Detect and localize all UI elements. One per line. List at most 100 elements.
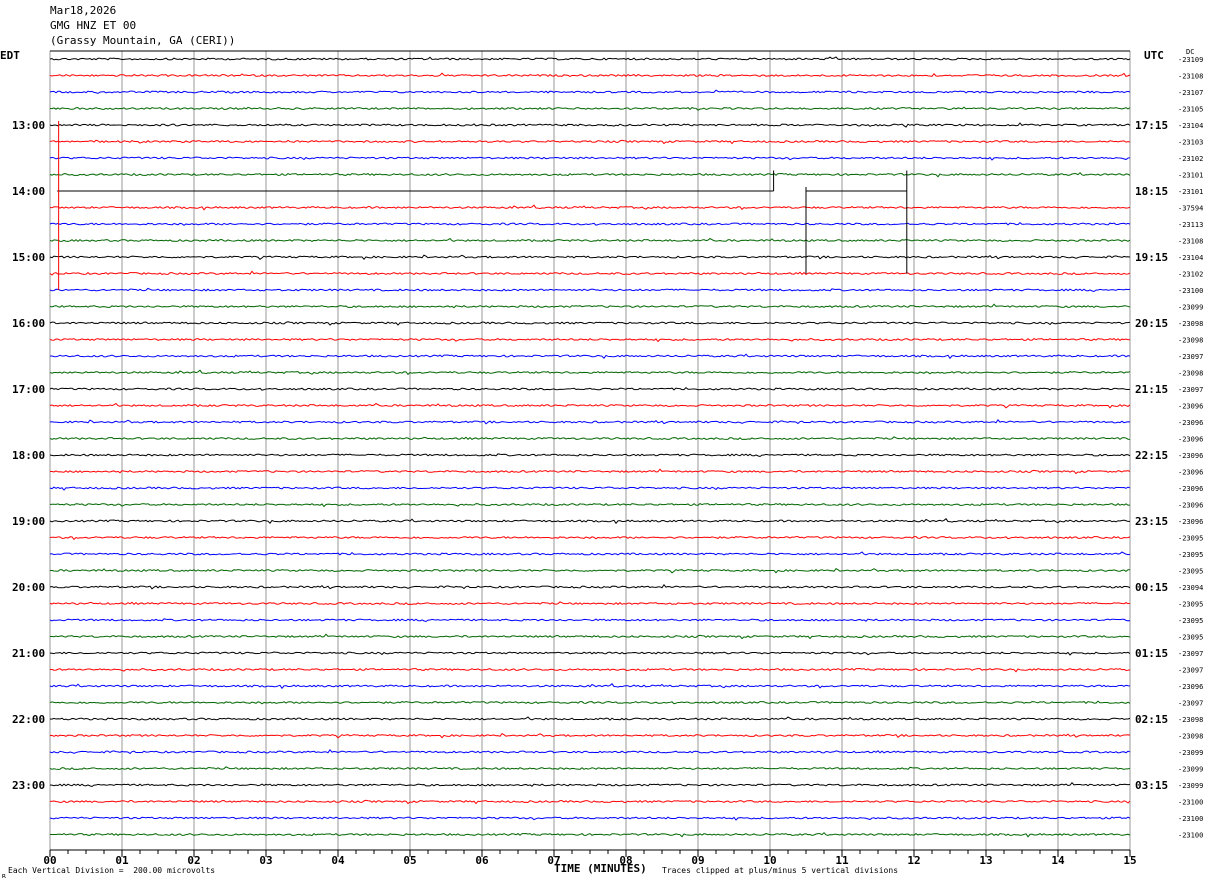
dc-offset-value: -23098: [1178, 370, 1203, 378]
seismic-trace: [49, 89, 1131, 94]
dc-offset-value: -23097: [1178, 386, 1203, 394]
edt-hour-label: 21:00: [12, 647, 45, 660]
dc-offset-value: -23098: [1178, 337, 1203, 345]
utc-hour-label: 02:15: [1135, 713, 1168, 726]
seismic-trace: [49, 72, 1131, 78]
seismic-trace: [49, 287, 1131, 293]
dc-offset-value: -23096: [1178, 485, 1203, 493]
edt-hour-label: 16:00: [12, 317, 45, 330]
dc-offset-value: -23094: [1178, 584, 1203, 592]
dc-offset-value: -23096: [1178, 469, 1203, 477]
dc-offset-value: -23097: [1178, 667, 1203, 675]
dc-offset-value: -23099: [1178, 749, 1203, 757]
seismic-trace: [49, 468, 1131, 475]
dc-offset-value: -23095: [1178, 535, 1203, 543]
dc-offset-value: -23096: [1178, 419, 1203, 427]
seismic-trace: [49, 418, 1131, 425]
utc-hour-label: 18:15: [1135, 185, 1168, 198]
edt-hour-label: 18:00: [12, 449, 45, 462]
vertical-scale-note: Each Vertical Division = 200.00 microvol…: [8, 866, 216, 875]
seismic-trace: [49, 221, 1131, 226]
utc-hour-label: 20:15: [1135, 317, 1168, 330]
edt-hour-label: 17:00: [12, 383, 45, 396]
dc-offset-value: -23098: [1178, 716, 1203, 724]
seismic-trace: [49, 700, 1131, 705]
dc-offset-value: -23099: [1178, 766, 1203, 774]
utc-hour-label: 03:15: [1135, 779, 1168, 792]
seismic-trace: [49, 254, 1131, 260]
seismic-trace: [49, 831, 1131, 838]
edt-hour-label: 14:00: [12, 185, 45, 198]
seismic-trace: [49, 270, 1131, 276]
x-tick-label: 14: [1051, 854, 1065, 867]
seismic-trace: [49, 369, 1131, 376]
seismic-trace: [49, 618, 1131, 623]
edt-hour-label: 15:00: [12, 251, 45, 264]
seismic-trace: [49, 139, 1131, 145]
dc-offset-value: -23100: [1178, 815, 1203, 823]
seismic-trace: [49, 237, 1131, 243]
dc-offset-value: -23095: [1178, 568, 1203, 576]
seismic-trace: [49, 732, 1131, 739]
dc-offset-value: -23099: [1178, 782, 1203, 790]
seismic-trace: [49, 518, 1131, 525]
helicorder-plot: 00 01 02 03 04 05 06 07 08 09 10 11 12 13 14 1513:0014:…: [12, 50, 1203, 867]
dc-offset-value: -23095: [1178, 551, 1203, 559]
seismic-trace: [49, 321, 1131, 326]
edt-hour-label: 20:00: [12, 581, 45, 594]
x-tick-label: 04: [331, 854, 345, 867]
utc-hour-label: 21:15: [1135, 383, 1168, 396]
dc-offset-value: -23104: [1178, 122, 1203, 130]
seismic-trace: [49, 601, 1131, 606]
utc-hour-label: 01:15: [1135, 647, 1168, 660]
dc-offset-value: -23096: [1178, 683, 1203, 691]
seismic-trace: [49, 816, 1131, 821]
seismic-trace: [49, 386, 1131, 391]
dc-offset-value: -23100: [1178, 287, 1203, 295]
seismic-trace: [49, 204, 1131, 211]
dc-offset-value: -23107: [1178, 89, 1203, 97]
dc-offset-value: -23096: [1178, 452, 1203, 460]
seismic-trace: [49, 651, 1131, 656]
dc-offset-value: -23096: [1178, 502, 1203, 510]
seismic-trace: [49, 799, 1131, 805]
dc-offset-value: -23097: [1178, 700, 1203, 708]
x-tick-label: 15: [1123, 854, 1136, 867]
seismic-trace: [49, 122, 1131, 128]
seismic-trace: [49, 716, 1131, 721]
dc-offset-value: -23108: [1178, 73, 1203, 81]
seismic-trace: [49, 486, 1131, 491]
dc-offset-value: -23101: [1178, 188, 1203, 196]
dc-offset-value: -23096: [1178, 518, 1203, 526]
seismic-trace: [49, 402, 1131, 409]
utc-hour-label: 00:15: [1135, 581, 1168, 594]
edt-hour-label: 22:00: [12, 713, 45, 726]
x-axis-label: TIME (MINUTES): [554, 862, 647, 875]
seismic-trace: [49, 56, 1131, 61]
edt-hour-label: 13:00: [12, 119, 45, 132]
seismic-trace: [49, 766, 1131, 771]
seismic-trace: [49, 633, 1131, 640]
utc-hour-label: 23:15: [1135, 515, 1168, 528]
corner-mark: ʀ: [2, 872, 7, 880]
edt-hour-label: 19:00: [12, 515, 45, 528]
seismic-trace: [49, 567, 1131, 574]
dc-offset-value: -23100: [1178, 799, 1203, 807]
seismic-trace: [49, 436, 1131, 441]
dc-offset-value: -23095: [1178, 617, 1203, 625]
dc-offset-value: -23097: [1178, 353, 1203, 361]
seismic-trace: [49, 551, 1131, 556]
dc-offset-value: -23102: [1178, 271, 1203, 279]
seismic-trace: [49, 536, 1131, 541]
dc-offset-value: -23095: [1178, 601, 1203, 609]
seismic-trace: [49, 502, 1131, 508]
x-tick-label: 06: [475, 854, 489, 867]
seismic-trace: [49, 337, 1131, 343]
dc-offset-value: -23100: [1178, 832, 1203, 840]
seismic-trace: [49, 106, 1131, 111]
dc-offset-value: -23101: [1178, 172, 1203, 180]
seismic-trace: [49, 748, 1131, 755]
utc-hour-label: 19:15: [1135, 251, 1168, 264]
edt-hour-label: 23:00: [12, 779, 45, 792]
dc-offset-value: -23097: [1178, 650, 1203, 658]
